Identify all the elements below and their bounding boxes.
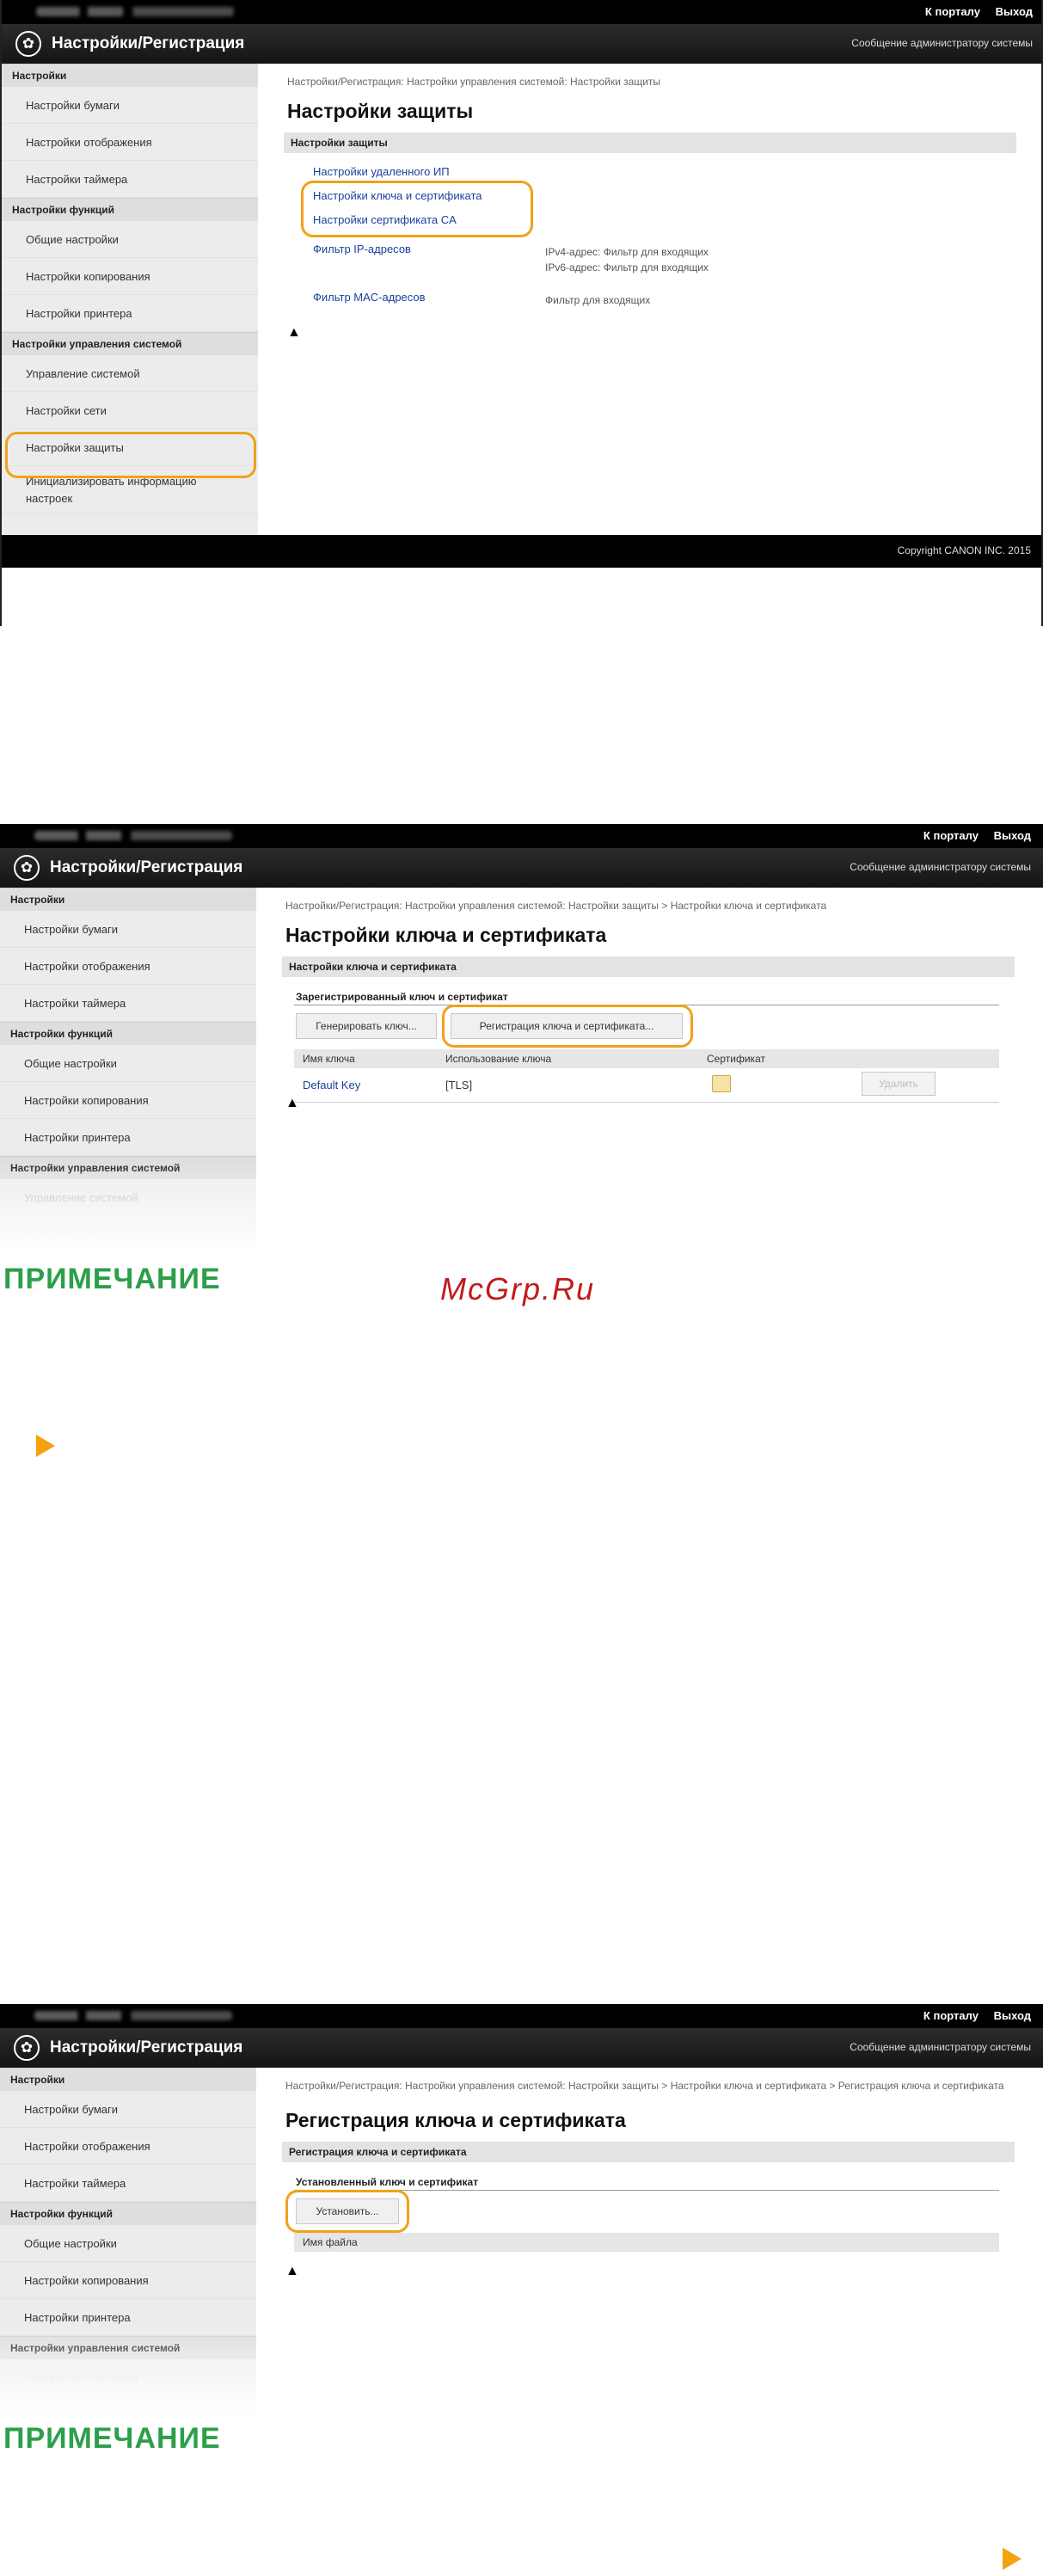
back-to-top-icon[interactable]: ▲ <box>285 1096 299 1111</box>
sidebar-group-header: Настройки функций <box>0 2202 256 2225</box>
key-name-link[interactable]: Default Key <box>303 1079 360 1091</box>
section-header: Настройки ключа и сертификата <box>282 956 1015 977</box>
sidebar-group-header: Настройки <box>0 2068 256 2091</box>
ipv4-filter-info: IPv4-адрес: Фильтр для входящих <box>545 246 709 258</box>
logout-link[interactable]: Выход <box>994 2009 1031 2022</box>
sidebar-item[interactable]: Общие настройки <box>0 2225 256 2262</box>
app-header: ✿ Настройки/Регистрация Сообщение админи… <box>0 2028 1043 2068</box>
sidebar-group-header: Настройки <box>2 64 258 87</box>
page-title: Регистрация ключа и сертификата <box>285 2109 626 2131</box>
link-remote-ui-settings[interactable]: Настройки удаленного ИП <box>313 165 450 178</box>
subsection-title: Установленный ключ и сертификат <box>296 2176 479 2188</box>
top-bar: К порталу Выход <box>2 0 1041 24</box>
header-title: Настройки/Регистрация <box>50 2038 243 2056</box>
section-header: Регистрация ключа и сертификата <box>282 2142 1015 2162</box>
sidebar-item[interactable]: Управление системой <box>2 355 258 392</box>
remote-ui-logo-icon: ✿ <box>15 31 41 57</box>
link-mac-filter[interactable]: Фильтр MAC-адресов <box>313 291 426 304</box>
table-header-row: Имя ключа Использование ключа Сертификат <box>294 1049 999 1068</box>
header-title: Настройки/Регистрация <box>52 34 245 52</box>
remote-ui-logo-icon: ✿ <box>14 855 40 881</box>
main-content: Настройки/Регистрация: Настройки управле… <box>258 64 1041 535</box>
key-table: Имя ключа Использование ключа Сертификат… <box>294 1049 999 1103</box>
sidebar-group-header: Настройки <box>0 888 256 911</box>
screenshot-security-settings: К порталу Выход ✿ Настройки/Регистрация … <box>0 0 1043 626</box>
expand-arrow-icon[interactable] <box>36 1435 55 1457</box>
page-title: Настройки ключа и сертификата <box>285 924 607 946</box>
portal-link[interactable]: К порталу <box>923 829 979 842</box>
sidebar-item[interactable]: Общие настройки <box>2 221 258 258</box>
logout-link[interactable]: Выход <box>994 829 1031 842</box>
highlight-key-links <box>301 181 533 237</box>
sidebar-item[interactable]: Настройки таймера <box>0 2165 256 2202</box>
admin-message-link[interactable]: Сообщение администратору системы <box>850 2041 1031 2053</box>
breadcrumb: Настройки/Регистрация: Настройки управле… <box>285 2080 1004 2092</box>
sidebar-group-header: Настройки функций <box>2 198 258 221</box>
sidebar-item[interactable]: Настройки сети <box>2 392 258 429</box>
generate-key-button[interactable]: Генерировать ключ... <box>296 1013 437 1039</box>
sidebar-item[interactable]: Настройки отображения <box>0 2128 256 2165</box>
sidebar-group-header: Настройки управления системой <box>2 332 258 355</box>
sidebar-item[interactable]: Настройки отображения <box>2 124 258 161</box>
sidebar-item[interactable]: Настройки копирования <box>2 258 258 295</box>
col-file-name: Имя файла <box>303 2236 358 2248</box>
certificate-icon[interactable] <box>712 1075 731 1092</box>
remote-ui-logo-icon: ✿ <box>14 2035 40 2061</box>
top-bar: К порталу Выход <box>0 2004 1043 2028</box>
admin-message-link[interactable]: Сообщение администратору системы <box>850 861 1031 873</box>
back-to-top-icon[interactable]: ▲ <box>287 325 301 341</box>
sidebar-item[interactable]: Настройки копирования <box>0 2262 256 2299</box>
note-title-1: ПРИМЕЧАНИЕ <box>3 1263 221 1295</box>
highlight-install-button <box>285 2190 409 2233</box>
sidebar-item[interactable]: Настройки копирования <box>0 1082 256 1119</box>
sidebar-item[interactable]: Настройки таймера <box>2 161 258 198</box>
app-header: ✿ Настройки/Регистрация Сообщение админи… <box>2 24 1041 64</box>
device-name-blurred <box>34 831 232 840</box>
sidebar-item[interactable]: Настройки отображения <box>0 948 256 985</box>
ip-filter-info: IPv4-адрес: Фильтр для входящих IPv6-адр… <box>545 244 709 275</box>
sidebar-item[interactable]: Настройки принтера <box>2 295 258 332</box>
delete-button: Удалить <box>862 1072 936 1096</box>
sidebar-group-header: Настройки функций <box>0 1022 256 1045</box>
page-title: Настройки защиты <box>287 100 474 122</box>
col-key-usage: Использование ключа <box>445 1053 552 1065</box>
sidebar-item[interactable]: Настройки таймера <box>0 985 256 1022</box>
highlight-security-sidebar-item <box>5 432 256 478</box>
device-name-blurred <box>36 7 234 16</box>
footer: Copyright CANON INC. 2015 <box>2 535 1041 568</box>
col-certificate: Сертификат <box>707 1053 765 1065</box>
sidebar-item[interactable]: Настройки принтера <box>0 1119 256 1156</box>
app-header: ✿ Настройки/Регистрация Сообщение админи… <box>0 848 1043 888</box>
highlight-register-button <box>442 1005 693 1048</box>
ipv6-filter-info: IPv6-адрес: Фильтр для входящих <box>545 261 709 274</box>
breadcrumb: Настройки/Регистрация: Настройки управле… <box>285 900 827 912</box>
top-bar: К порталу Выход <box>0 824 1043 848</box>
portal-link[interactable]: К порталу <box>923 2009 979 2022</box>
copyright: Copyright CANON INC. 2015 <box>897 544 1031 556</box>
next-page-arrow-icon[interactable] <box>1003 2548 1022 2570</box>
breadcrumb: Настройки/Регистрация: Настройки управле… <box>287 76 661 88</box>
mac-filter-info: Фильтр для входящих <box>545 294 651 306</box>
admin-message-link[interactable]: Сообщение администратору системы <box>851 37 1033 49</box>
sidebar-item[interactable]: Настройки бумаги <box>2 87 258 124</box>
note-title-2: ПРИМЕЧАНИЕ <box>3 2422 221 2455</box>
header-title: Настройки/Регистрация <box>50 858 243 876</box>
file-table-header: Имя файла <box>294 2233 999 2252</box>
back-to-top-icon[interactable]: ▲ <box>285 2264 299 2279</box>
subsection-title: Зарегистрированный ключ и сертификат <box>296 991 508 1003</box>
section-header: Настройки защиты <box>284 132 1016 153</box>
device-name-blurred <box>34 2011 232 2020</box>
key-usage: [TLS] <box>445 1079 473 1091</box>
sidebar-item[interactable]: Настройки бумаги <box>0 2091 256 2128</box>
sidebar-item[interactable]: Общие настройки <box>0 1045 256 1082</box>
link-ip-filter[interactable]: Фильтр IP-адресов <box>313 243 411 255</box>
watermark: McGrp.Ru <box>440 1271 596 1306</box>
col-key-name: Имя ключа <box>303 1053 355 1065</box>
screenshot-register-key-certificate: К порталу Выход ✿ Настройки/Регистрация … <box>0 2004 1043 2417</box>
logout-link[interactable]: Выход <box>996 5 1033 18</box>
table-row: Default Key [TLS] Удалить <box>294 1068 999 1103</box>
screenshot-key-certificate-settings: К порталу Выход ✿ Настройки/Регистрация … <box>0 824 1043 1254</box>
sidebar-item[interactable]: Настройки бумаги <box>0 911 256 948</box>
portal-link[interactable]: К порталу <box>925 5 980 18</box>
